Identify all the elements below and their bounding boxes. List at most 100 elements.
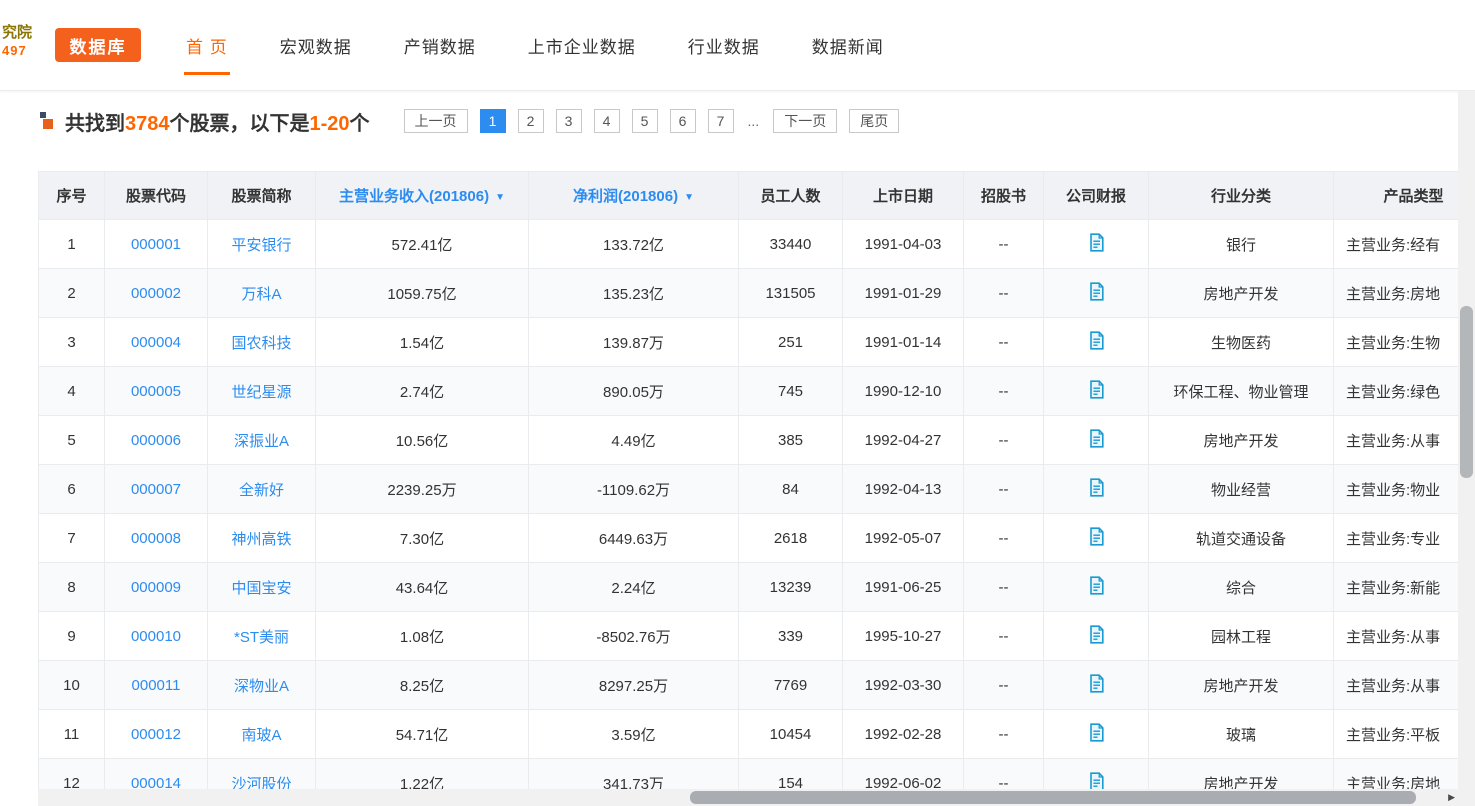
horizontal-scrollbar[interactable]: ▶ [38,789,1458,806]
company-report-document-icon[interactable] [1088,380,1105,399]
column-header-5[interactable]: 净利润(201806)▼ [529,172,739,220]
row-index-cell: 4 [39,367,105,416]
revenue-cell: 1059.75亿 [316,269,529,318]
company-report-document-icon[interactable] [1088,331,1105,350]
nav-item-1[interactable]: 首 页 [186,33,228,58]
prospectus-cell: -- [964,367,1044,416]
revenue-cell: 54.71亿 [316,710,529,759]
revenue-cell: 2.74亿 [316,367,529,416]
pagination-prev[interactable]: 上一页 [404,109,468,133]
company-report-cell [1044,710,1149,759]
company-report-document-icon[interactable] [1088,772,1105,791]
revenue-cell: 43.64亿 [316,563,529,612]
nav-item-3[interactable]: 产销数据 [404,33,476,58]
company-report-document-icon[interactable] [1088,478,1105,497]
employees-cell: 339 [739,612,843,661]
stock-code-cell: 000010 [105,612,208,661]
stock-code-link[interactable]: 000001 [131,236,181,253]
pagination-page-4[interactable]: 4 [594,109,620,133]
stock-name-link[interactable]: 全新好 [239,482,284,499]
pagination-page-3[interactable]: 3 [556,109,582,133]
list-date-cell: 1992-05-07 [843,514,964,563]
stock-code-link[interactable]: 000012 [131,726,181,743]
list-date-cell: 1992-03-30 [843,661,964,710]
stock-code-link[interactable]: 000008 [131,530,181,547]
table-row: 4000005世纪星源2.74亿890.05万7451990-12-10--环保… [39,367,1459,416]
pagination-page-2[interactable]: 2 [518,109,544,133]
table-row: 11000012南玻A54.71亿3.59亿104541992-02-28--玻… [39,710,1459,759]
employees-cell: 745 [739,367,843,416]
stock-code-cell: 000012 [105,710,208,759]
sort-desc-icon: ▼ [495,192,505,203]
stock-code-cell: 000007 [105,465,208,514]
nav-item-5[interactable]: 行业数据 [688,33,760,58]
stock-name-link[interactable]: 深振业A [234,433,289,450]
company-report-document-icon[interactable] [1088,674,1105,693]
column-header-8: 招股书 [964,172,1044,220]
stock-code-link[interactable]: 000004 [131,334,181,351]
database-button[interactable]: 数据库 [55,28,141,62]
company-report-document-icon[interactable] [1088,233,1105,252]
pagination-page-1[interactable]: 1 [480,109,506,133]
column-header-4[interactable]: 主营业务收入(201806)▼ [316,172,529,220]
stock-name-link[interactable]: 万科A [241,286,281,303]
vertical-scrollbar[interactable] [1458,91,1475,789]
profit-cell: 8297.25万 [529,661,739,710]
stock-code-cell: 000006 [105,416,208,465]
stock-name-cell: 南玻A [208,710,316,759]
pagination-next[interactable]: 下一页 [773,109,837,133]
results-prefix: 共找到 [65,113,125,135]
company-report-document-icon[interactable] [1088,282,1105,301]
stock-name-cell: 深振业A [208,416,316,465]
stock-code-link[interactable]: 000009 [131,579,181,596]
stock-name-cell: 平安银行 [208,220,316,269]
stock-code-link[interactable]: 000007 [131,481,181,498]
top-bar: 究院 497 数据库 首 页宏观数据产销数据上市企业数据行业数据数据新闻 [0,0,1475,91]
stock-code-link[interactable]: 000011 [132,677,181,694]
nav-item-2[interactable]: 宏观数据 [280,33,352,58]
scroll-right-arrow-icon[interactable]: ▶ [1448,792,1455,803]
stock-table: 序号股票代码股票简称主营业务收入(201806)▼净利润(201806)▼员工人… [38,171,1458,806]
company-report-cell [1044,465,1149,514]
stock-name-link[interactable]: 世纪星源 [231,384,291,401]
stock-code-link[interactable]: 000002 [131,285,181,302]
stock-name-link[interactable]: 南玻A [241,727,281,744]
pagination-page-6[interactable]: 6 [670,109,696,133]
list-date-cell: 1991-01-14 [843,318,964,367]
results-suffix: 个 [350,113,370,135]
horizontal-scrollbar-thumb[interactable] [690,791,1416,804]
pagination-page-7[interactable]: 7 [708,109,734,133]
logo-number-fragment: 497 [2,43,32,59]
revenue-cell: 7.30亿 [316,514,529,563]
stock-name-link[interactable]: 平安银行 [231,237,291,254]
stock-name-cell: 深物业A [208,661,316,710]
stock-name-link[interactable]: 深物业A [234,678,289,695]
company-report-document-icon[interactable] [1088,576,1105,595]
company-report-document-icon[interactable] [1088,723,1105,742]
nav-item-4[interactable]: 上市企业数据 [528,33,636,58]
table-row: 10000011深物业A8.25亿8297.25万77691992-03-30-… [39,661,1459,710]
column-header-6: 员工人数 [739,172,843,220]
pagination-last[interactable]: 尾页 [849,109,899,133]
stock-name-link[interactable]: 神州高铁 [231,531,291,548]
vertical-scrollbar-thumb[interactable] [1460,306,1473,478]
stock-name-link[interactable]: 中国宝安 [231,580,291,597]
prospectus-cell: -- [964,318,1044,367]
employees-cell: 33440 [739,220,843,269]
stock-name-cell: 万科A [208,269,316,318]
company-report-document-icon[interactable] [1088,527,1105,546]
stock-name-link[interactable]: 国农科技 [231,335,291,352]
stock-code-link[interactable]: 000006 [131,432,181,449]
row-index-cell: 9 [39,612,105,661]
company-report-document-icon[interactable] [1088,429,1105,448]
pagination-page-5[interactable]: 5 [632,109,658,133]
product-type-cell: 主营业务:专业 [1334,514,1459,563]
revenue-cell: 1.08亿 [316,612,529,661]
nav-item-6[interactable]: 数据新闻 [812,33,884,58]
stock-code-link[interactable]: 000010 [131,628,181,645]
company-report-document-icon[interactable] [1088,625,1105,644]
company-report-cell [1044,612,1149,661]
stock-name-link[interactable]: *ST美丽 [234,629,289,646]
stock-code-link[interactable]: 000005 [131,383,181,400]
row-index-cell: 7 [39,514,105,563]
